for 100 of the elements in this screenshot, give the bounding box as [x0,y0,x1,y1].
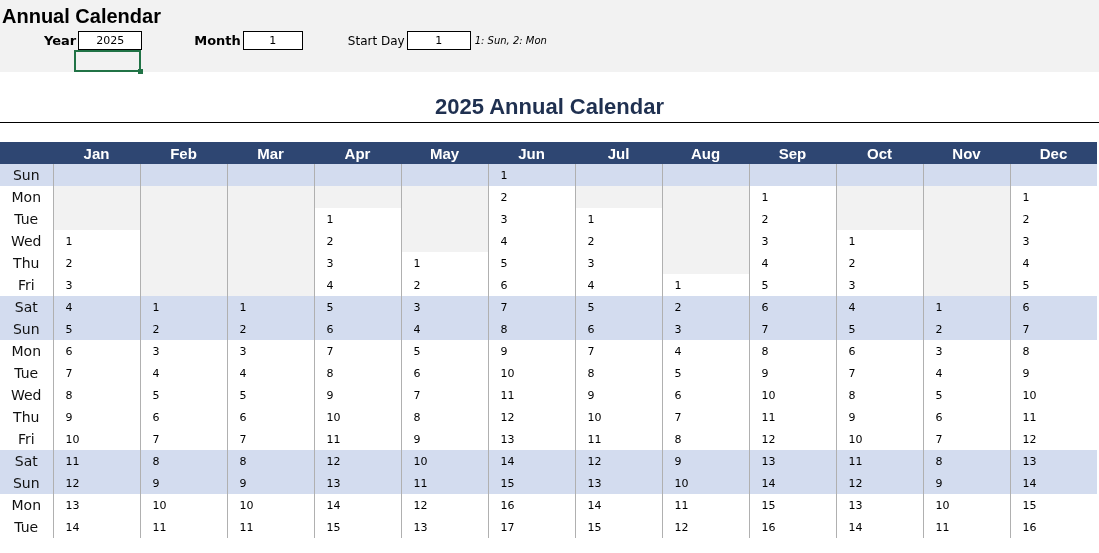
date-cell: 6 [923,406,1010,428]
date-cell: 10 [662,472,749,494]
date-cell: 1 [923,296,1010,318]
date-cell: 7 [401,384,488,406]
date-cell: 13 [1010,450,1097,472]
date-cell: 3 [1010,230,1097,252]
month-header: Jun [488,142,575,164]
date-cell: 8 [401,406,488,428]
weekday-label: Wed [0,230,53,252]
month-header: Nov [923,142,1010,164]
weekday-label: Thu [0,406,53,428]
date-cell: 12 [662,516,749,538]
date-cell: 9 [923,472,1010,494]
month-header: May [401,142,488,164]
date-cell: 10 [227,494,314,516]
month-header: Dec [1010,142,1097,164]
date-cell: 8 [749,340,836,362]
date-cell: 1 [401,252,488,274]
weekday-label: Sat [0,450,53,472]
date-cell: 12 [53,472,140,494]
date-cell: 1 [1010,186,1097,208]
date-cell: 2 [227,318,314,340]
weekday-label: Tue [0,362,53,384]
date-cell: 4 [401,318,488,340]
date-cell: 4 [53,296,140,318]
weekday-label: Mon [0,340,53,362]
date-cell: 17 [488,516,575,538]
date-cell: 10 [575,406,662,428]
date-cell: 6 [749,296,836,318]
weekday-label: Mon [0,186,53,208]
date-cell: 1 [488,164,575,186]
date-cell: 4 [140,362,227,384]
date-cell: 4 [662,340,749,362]
date-cell: 11 [836,450,923,472]
date-cell: 4 [227,362,314,384]
date-cell: 8 [836,384,923,406]
date-cell: 9 [227,472,314,494]
date-cell: 9 [662,450,749,472]
weekday-label: Wed [0,384,53,406]
date-cell: 14 [836,516,923,538]
date-cell: 3 [314,252,401,274]
date-cell: 7 [836,362,923,384]
date-cell: 15 [575,516,662,538]
weekday-label: Sun [0,472,53,494]
date-cell: 6 [53,340,140,362]
date-cell: 3 [140,340,227,362]
date-cell: 10 [488,362,575,384]
month-header: Apr [314,142,401,164]
input-field[interactable]: 2025 [78,31,143,50]
date-cell: 6 [314,318,401,340]
date-cell: 7 [314,340,401,362]
date-cell: 2 [923,318,1010,340]
date-cell: 2 [662,296,749,318]
date-cell: 15 [488,472,575,494]
date-cell: 5 [53,318,140,340]
date-cell: 12 [401,494,488,516]
date-cell: 12 [314,450,401,472]
date-cell: 11 [227,516,314,538]
date-cell: 3 [488,208,575,230]
date-cell: 12 [488,406,575,428]
date-cell: 5 [923,384,1010,406]
date-cell: 8 [923,450,1010,472]
date-cell: 13 [836,494,923,516]
month-header: Jul [575,142,662,164]
date-cell: 11 [53,450,140,472]
date-cell: 6 [836,340,923,362]
date-cell: 7 [1010,318,1097,340]
date-cell: 9 [836,406,923,428]
date-cell: 7 [575,340,662,362]
date-cell: 5 [488,252,575,274]
date-cell: 8 [575,362,662,384]
date-cell: 14 [749,472,836,494]
date-cell: 1 [227,296,314,318]
input-field[interactable]: 1 [406,31,471,50]
date-cell: 6 [662,384,749,406]
weekday-label: Sat [0,296,53,318]
date-cell: 8 [488,318,575,340]
date-cell: 5 [140,384,227,406]
date-cell: 15 [1010,494,1097,516]
date-cell: 4 [488,230,575,252]
date-cell: 12 [836,472,923,494]
date-cell: 6 [140,406,227,428]
date-cell: 8 [1010,340,1097,362]
date-cell: 11 [401,472,488,494]
weekday-label: Fri [0,274,53,296]
month-header: Oct [836,142,923,164]
date-cell: 3 [662,318,749,340]
date-cell: 11 [662,494,749,516]
date-cell: 7 [749,318,836,340]
date-cell: 3 [749,230,836,252]
month-header: Jan [53,142,140,164]
field-label: Year [44,33,78,48]
date-cell: 13 [575,472,662,494]
date-cell: 9 [1010,362,1097,384]
input-field[interactable]: 1 [242,31,303,50]
weekday-label: Mon [0,494,53,516]
cell-selection[interactable] [74,50,141,72]
date-cell: 4 [749,252,836,274]
date-cell: 5 [575,296,662,318]
date-cell: 8 [140,450,227,472]
